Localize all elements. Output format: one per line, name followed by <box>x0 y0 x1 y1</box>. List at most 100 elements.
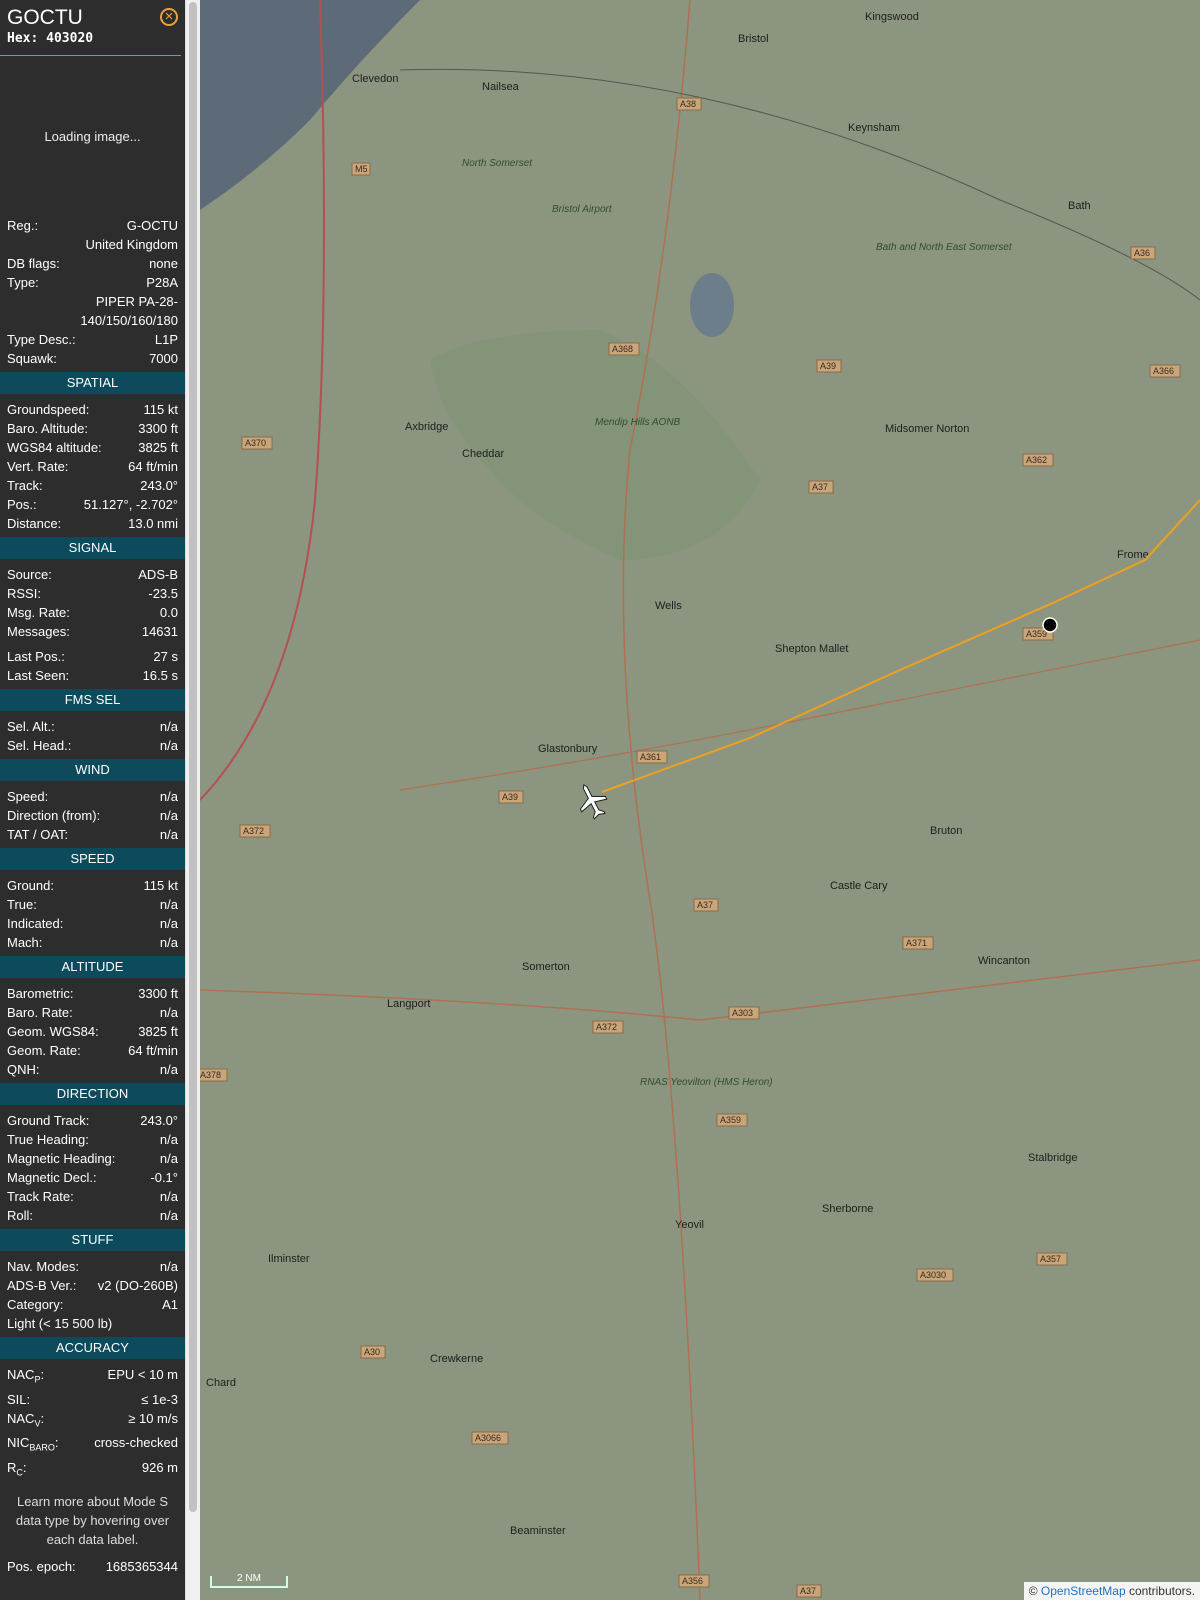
field-label[interactable]: Messages: <box>7 622 70 641</box>
field-label[interactable]: Baro. Rate: <box>7 1003 73 1022</box>
field-label[interactable]: Nav. Modes: <box>7 1257 79 1276</box>
field-label[interactable]: Pos.: <box>7 495 37 514</box>
field-label[interactable]: Sel. Alt.: <box>7 717 55 736</box>
sil-label[interactable]: SIL: <box>7 1390 30 1409</box>
field-label[interactable]: Magnetic Heading: <box>7 1149 115 1168</box>
field-value: n/a <box>159 1208 178 1223</box>
nacp-label[interactable]: NACP: <box>7 1365 44 1390</box>
place-label: Glastonbury <box>538 743 598 755</box>
nacv-label[interactable]: NACV: <box>7 1409 44 1434</box>
road-label: A372 <box>243 826 264 836</box>
section-altitude[interactable]: ALTITUDE <box>0 956 185 978</box>
section-wind[interactable]: WIND <box>0 759 185 781</box>
area-label: North Somerset <box>462 158 533 169</box>
field-label[interactable]: Track Rate: <box>7 1187 74 1206</box>
detail-row: Indicated: n/a <box>0 914 185 933</box>
spatial-rows: Groundspeed: 115 kt Baro. Altitude: 3300 ft… <box>0 400 185 533</box>
road-label: M5 <box>355 164 368 174</box>
field-label[interactable]: Track: <box>7 476 43 495</box>
detail-row: Geom. Rate: 64 ft/min <box>0 1041 185 1060</box>
field-value: 51.127°, -2.702° <box>83 497 178 512</box>
place-label: Langport <box>387 998 430 1010</box>
rc-label[interactable]: RC: <box>7 1458 27 1483</box>
field-label[interactable]: Last Seen: <box>7 666 69 685</box>
registration-value[interactable]: G-OCTU <box>127 216 178 235</box>
section-spatial[interactable]: SPATIAL <box>0 372 185 394</box>
field-label[interactable]: Direction (from): <box>7 806 100 825</box>
nacv-row: NACV: ≥ 10 m/s <box>0 1409 185 1434</box>
close-icon[interactable]: × <box>160 8 178 26</box>
road-label: A39 <box>502 792 518 802</box>
field-label[interactable]: Source: <box>7 565 52 584</box>
detail-row: True Heading: n/a <box>0 1130 185 1149</box>
field-value: 115 kt <box>143 402 178 417</box>
field-label[interactable]: Groundspeed: <box>7 400 89 419</box>
field-label[interactable]: Sel. Head.: <box>7 736 71 755</box>
field-label[interactable]: Speed: <box>7 787 48 806</box>
scale-label: 2 NM <box>237 1573 261 1584</box>
field-label[interactable]: RSSI: <box>7 584 41 603</box>
sil-value: ≤ 1e-3 <box>141 1391 178 1407</box>
field-label: Squawk: <box>7 351 57 366</box>
section-fms-sel[interactable]: FMS SEL <box>0 689 185 711</box>
detail-row: Direction (from): n/a <box>0 806 185 825</box>
type-desc-value: L1P <box>154 332 178 347</box>
nacp-row: NACP: EPU < 10 m <box>0 1365 185 1390</box>
road-label: A303 <box>732 1008 753 1018</box>
scrollbar-thumb[interactable] <box>189 2 197 1512</box>
field-label[interactable]: Ground Track: <box>7 1111 89 1130</box>
nacv-value: ≥ 10 m/s <box>128 1410 178 1426</box>
field-label[interactable]: Indicated: <box>7 914 63 933</box>
detail-row: Distance: 13.0 nmi <box>0 514 185 533</box>
place-label: Axbridge <box>405 421 448 433</box>
field-label[interactable]: True Heading: <box>7 1130 89 1149</box>
field-label[interactable]: Category: <box>7 1295 63 1314</box>
field-label[interactable]: QNH: <box>7 1060 40 1079</box>
field-label[interactable]: Last Pos.: <box>7 647 65 666</box>
field-label[interactable]: WGS84 altitude: <box>7 438 102 457</box>
field-label[interactable]: Distance: <box>7 514 61 533</box>
section-speed[interactable]: SPEED <box>0 848 185 870</box>
field-label[interactable]: Baro. Altitude: <box>7 419 88 438</box>
field-value: ADS-B <box>138 567 178 582</box>
field-label[interactable]: Msg. Rate: <box>7 603 70 622</box>
section-accuracy[interactable]: ACCURACY <box>0 1337 185 1359</box>
field-label[interactable]: Geom. Rate: <box>7 1041 81 1060</box>
map-view[interactable]: Bristol Kingswood Keynsham Bath Clevedon Nail… <box>200 0 1200 1600</box>
osm-link[interactable]: OpenStreetMap <box>1041 1584 1126 1598</box>
road-label: A36 <box>1134 248 1150 258</box>
field-label[interactable]: ADS-B Ver.: <box>7 1276 76 1295</box>
field-value: v2 (DO-260B) <box>97 1278 178 1293</box>
detail-row: Pos.: 51.127°, -2.702° <box>0 495 185 514</box>
place-label: Wincanton <box>978 955 1030 967</box>
nicbaro-label[interactable]: NICBARO: <box>7 1433 59 1458</box>
detail-row: WGS84 altitude: 3825 ft <box>0 438 185 457</box>
detail-row: Category: A1 <box>0 1295 185 1314</box>
field-label[interactable]: Mach: <box>7 933 42 952</box>
field-label[interactable]: Geom. WGS84: <box>7 1022 99 1041</box>
section-signal[interactable]: SIGNAL <box>0 537 185 559</box>
field-label[interactable]: Vert. Rate: <box>7 457 68 476</box>
field-label[interactable]: Barometric: <box>7 984 73 1003</box>
field-value: -0.1° <box>150 1170 178 1185</box>
field-label[interactable]: Ground: <box>7 876 54 895</box>
field-label[interactable]: Roll: <box>7 1206 33 1225</box>
map-canvas[interactable]: Bristol Kingswood Keynsham Bath Clevedon Nail… <box>200 0 1200 1600</box>
detail-row: Speed: n/a <box>0 787 185 806</box>
field-label[interactable]: Magnetic Decl.: <box>7 1168 97 1187</box>
place-label: Beaminster <box>510 1525 566 1537</box>
sidebar-scrollbar[interactable] <box>185 0 200 1600</box>
area-label: Mendip Hills AONB <box>595 417 681 428</box>
field-label[interactable]: TAT / OAT: <box>7 825 68 844</box>
field-value: n/a <box>159 789 178 804</box>
place-label: Crewkerne <box>430 1353 483 1365</box>
railway <box>399 68 1200 301</box>
airplane-icon[interactable] <box>571 779 612 823</box>
field-label[interactable]: True: <box>7 895 37 914</box>
section-stuff[interactable]: STUFF <box>0 1229 185 1251</box>
section-direction[interactable]: DIRECTION <box>0 1083 185 1105</box>
type-desc-row: Type Desc.: L1P <box>0 330 185 349</box>
field-value: n/a <box>159 897 178 912</box>
detail-row: Source: ADS-B <box>0 565 185 584</box>
detail-row: Ground Track: 243.0° <box>0 1111 185 1130</box>
